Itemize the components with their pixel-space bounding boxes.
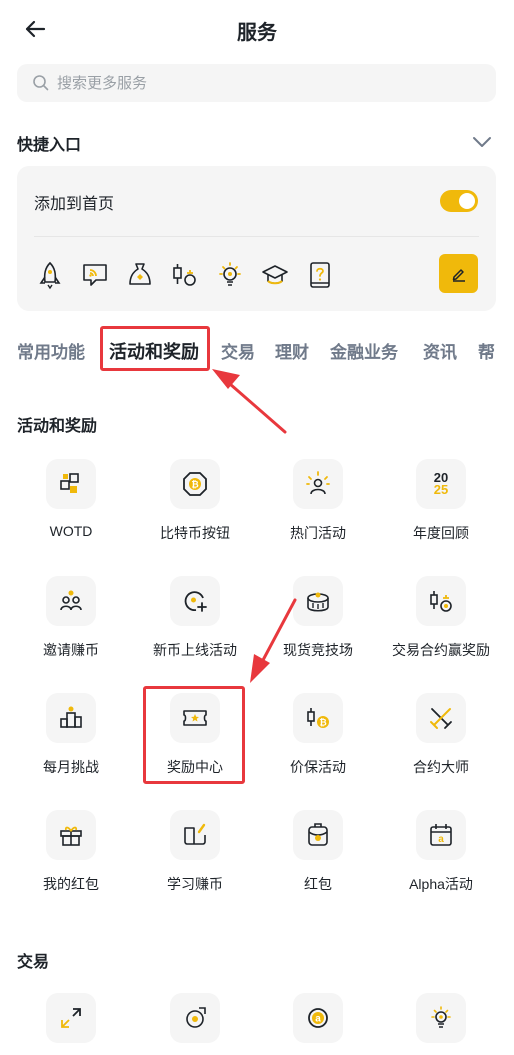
grid-item-new-coin[interactable]: 新币上线活动 xyxy=(131,576,259,660)
search-bar[interactable] xyxy=(17,64,496,102)
pencil-icon xyxy=(452,268,465,282)
add-to-home-label: 添加到首页 xyxy=(34,196,115,213)
futures-reward-icon xyxy=(416,576,466,626)
svg-text:a: a xyxy=(315,1014,321,1025)
trade-icon[interactable] xyxy=(170,258,215,292)
grid-item-monthly-challenge[interactable]: 每月挑战 xyxy=(7,693,135,777)
tab-common[interactable]: 常用功能 xyxy=(17,338,85,363)
header: 服务 xyxy=(0,0,514,60)
grid-item-label: 比特币按钮 xyxy=(160,525,230,541)
tab-trade[interactable]: 交易 xyxy=(221,338,255,363)
wotd-icon xyxy=(46,459,96,509)
red-packet-icon xyxy=(293,810,343,860)
year-review-icon: 20 25 xyxy=(416,459,466,509)
trade-section-title: 交易 xyxy=(17,954,50,971)
edit-button[interactable] xyxy=(439,254,478,293)
tab-finance[interactable]: 金融业务 xyxy=(330,338,398,363)
arrow-to-tab xyxy=(212,369,287,434)
graduation-cap-icon[interactable] xyxy=(260,258,305,292)
trade-grid-item[interactable]: a xyxy=(254,993,382,1043)
help-book-icon[interactable] xyxy=(305,258,350,292)
grid-item-year-review[interactable]: 20 25 年度回顾 xyxy=(377,459,505,543)
hot-activity-icon xyxy=(293,459,343,509)
svg-text:₿: ₿ xyxy=(191,480,198,490)
coin-swap-icon xyxy=(170,993,220,1043)
trade-grid-item[interactable] xyxy=(7,993,135,1043)
grid-item-futures-reward[interactable]: 交易合约赢奖励 xyxy=(377,576,505,660)
broadcast-icon[interactable] xyxy=(80,258,125,292)
trade-grid-item[interactable] xyxy=(377,993,505,1043)
svg-text:₿: ₿ xyxy=(319,718,326,728)
spot-arena-icon xyxy=(293,576,343,626)
grid-item-red-packet[interactable]: 红包 xyxy=(254,810,382,894)
tab-help[interactable]: 帮 xyxy=(478,338,495,363)
new-coin-icon xyxy=(170,576,220,626)
grid-item-label: 我的红包 xyxy=(43,876,99,892)
quick-icon-row xyxy=(35,258,350,292)
search-icon xyxy=(31,73,51,93)
moneybag-icon[interactable] xyxy=(125,258,170,292)
grid-item-label: Alpha活动 xyxy=(409,876,473,892)
convert-icon xyxy=(46,993,96,1043)
grid-item-label: 邀请赚币 xyxy=(43,642,99,658)
svg-text:a: a xyxy=(438,834,444,845)
grid-item-hot-activity[interactable]: 热门活动 xyxy=(254,459,382,543)
chevron-down-icon[interactable] xyxy=(470,130,494,154)
page-title: 服务 xyxy=(237,22,277,44)
grid-item-label: 价保活动 xyxy=(290,759,346,775)
grid-item-my-red-packet[interactable]: 我的红包 xyxy=(7,810,135,894)
grid-item-alpha-activity[interactable]: a Alpha活动 xyxy=(377,810,505,894)
bulb-icon[interactable] xyxy=(215,258,260,292)
invite-icon xyxy=(46,576,96,626)
search-input[interactable] xyxy=(57,74,457,92)
price-protect-icon: ₿ xyxy=(293,693,343,743)
alpha-calendar-icon: a xyxy=(416,810,466,860)
rewards-section-title: 活动和奖励 xyxy=(17,418,98,435)
grid-item-label: 合约大师 xyxy=(413,759,469,775)
grid-item-label: 红包 xyxy=(304,876,332,892)
grid-item-label: 每月挑战 xyxy=(43,759,99,775)
gift-icon xyxy=(46,810,96,860)
swords-icon xyxy=(416,693,466,743)
grid-item-label: WOTD xyxy=(49,523,93,539)
grid-item-label: 热门活动 xyxy=(290,525,346,541)
toggle-knob xyxy=(459,193,475,209)
grid-item-label: 新币上线活动 xyxy=(153,642,237,658)
tab-earn[interactable]: 理财 xyxy=(275,338,309,363)
grid-item-wotd[interactable]: WOTD xyxy=(7,459,135,539)
quick-access-card: 添加到首页 xyxy=(17,166,496,311)
bitcoin-button-icon: ₿ xyxy=(170,459,220,509)
learn-earn-icon xyxy=(170,810,220,860)
grid-item-label: 现货竞技场 xyxy=(283,642,353,658)
grid-item-bitcoin-button[interactable]: ₿ 比特币按钮 xyxy=(131,459,259,543)
monthly-challenge-icon xyxy=(46,693,96,743)
tab-news[interactable]: 资讯 xyxy=(423,338,457,363)
grid-item-label: 年度回顾 xyxy=(413,525,469,541)
category-tabs: 常用功能 活动和奖励 交易 理财 金融业务 资讯 帮 xyxy=(17,338,497,368)
grid-item-learn-earn[interactable]: 学习赚币 xyxy=(131,810,259,894)
alpha-icon: a xyxy=(293,993,343,1043)
bulb-icon xyxy=(416,993,466,1043)
grid-item-spot-arena[interactable]: 现货竞技场 xyxy=(254,576,382,660)
grid-item-price-protect[interactable]: ₿ 价保活动 xyxy=(254,693,382,777)
grid-item-futures-master[interactable]: 合约大师 xyxy=(377,693,505,777)
grid-item-label: 学习赚币 xyxy=(167,876,223,892)
add-to-home-toggle[interactable] xyxy=(440,190,478,212)
divider xyxy=(34,236,479,237)
quick-access-title: 快捷入口 xyxy=(17,137,82,154)
year-review-icon-bottom: 25 xyxy=(433,482,449,497)
highlight-box-rewards-center xyxy=(143,686,245,784)
highlight-box-tab xyxy=(100,326,210,371)
grid-item-invite[interactable]: 邀请赚币 xyxy=(7,576,135,660)
grid-item-label: 交易合约赢奖励 xyxy=(392,642,490,658)
trade-grid-item[interactable] xyxy=(131,993,259,1043)
rocket-icon[interactable] xyxy=(35,258,80,292)
